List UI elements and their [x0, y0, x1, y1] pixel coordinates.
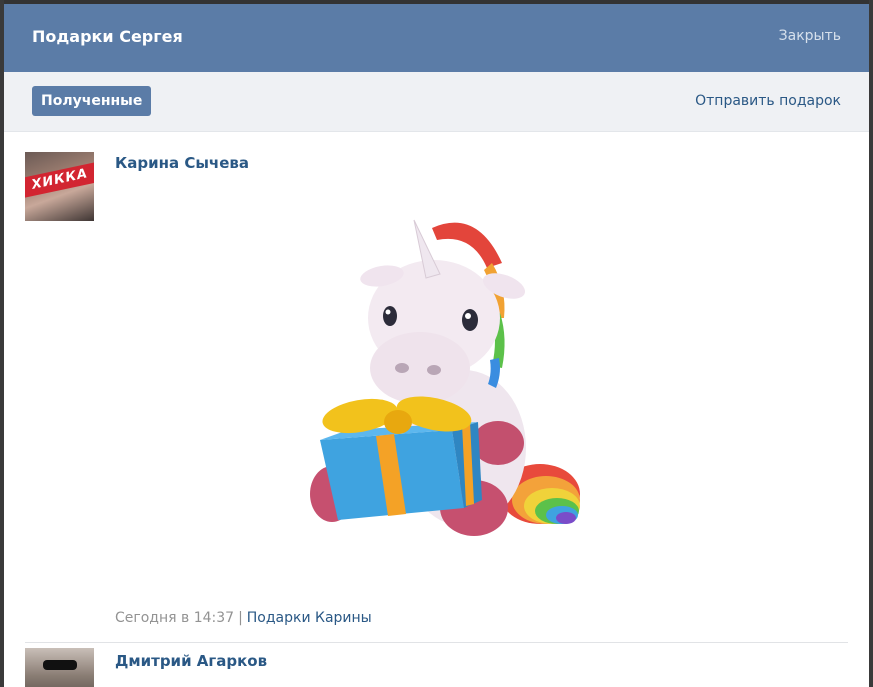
page-background-right	[869, 0, 873, 687]
gift-meta: Сегодня в 14:37 | Подарки Карины	[115, 610, 372, 626]
avatar-detail	[43, 660, 77, 670]
present-box	[320, 422, 482, 520]
tabs-bar: Полученные Отправить подарок	[4, 72, 869, 132]
sender-name[interactable]: Дмитрий Агарков	[115, 652, 267, 670]
unicorn-gift-icon	[310, 219, 580, 536]
sender-name[interactable]: Карина Сычева	[115, 154, 249, 172]
close-button[interactable]: Закрыть	[779, 28, 841, 44]
avatar[interactable]: ХИККА	[25, 152, 94, 221]
gifts-modal: Подарки Сергея Закрыть Полученные Отправ…	[4, 4, 869, 687]
divider	[25, 642, 848, 643]
gift-entry: ХИККА Карина Сычева Сегодня в 14:37 | По…	[4, 132, 869, 644]
modal-header: Подарки Сергея Закрыть	[4, 4, 869, 72]
modal-title: Подарки Сергея	[32, 27, 183, 46]
tab-received[interactable]: Полученные	[32, 86, 152, 116]
gift-entry: Дмитрий Агарков	[4, 644, 869, 687]
avatar[interactable]	[25, 648, 94, 687]
avatar-caption: ХИККА	[25, 162, 94, 198]
send-gift-link[interactable]: Отправить подарок	[695, 93, 841, 109]
sender-gifts-link[interactable]: Подарки Карины	[247, 610, 372, 626]
meta-separator: |	[238, 610, 243, 626]
gift-date: Сегодня в 14:37	[115, 610, 235, 626]
